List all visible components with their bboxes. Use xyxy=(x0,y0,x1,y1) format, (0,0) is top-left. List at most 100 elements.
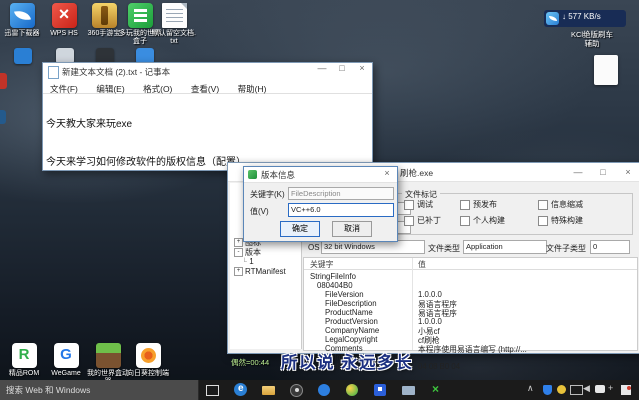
task-view-icon xyxy=(206,385,219,396)
sunflower-icon xyxy=(136,343,161,368)
checkbox-icon[interactable] xyxy=(538,200,548,210)
editor-title: 刷枪.exe xyxy=(400,167,433,179)
checkbox-label: 预发布 xyxy=(473,199,497,210)
icon-label: 迅雷下载器 xyxy=(0,30,44,38)
close-button[interactable]: × xyxy=(618,167,638,177)
close-button[interactable]: × xyxy=(352,63,372,73)
desktop-icon-txt-file[interactable]: 默认留空文档.txt xyxy=(152,3,196,46)
headphones-icon xyxy=(290,384,303,397)
globe-icon xyxy=(346,384,358,396)
table-row[interactable]: ProductVersion1.0.0.0 xyxy=(304,317,637,326)
maximize-button[interactable]: □ xyxy=(593,167,613,177)
download-speed: ↓ 577 KB/s xyxy=(562,12,601,21)
checkbox-label: 已补丁 xyxy=(417,215,441,226)
table-row[interactable]: LegalCopyrightcf刷枪 xyxy=(304,335,637,344)
dialog-title: 版本信息 xyxy=(261,169,295,181)
partial-icon-blue[interactable] xyxy=(0,110,6,124)
table-row[interactable]: 080404B0 xyxy=(304,281,637,290)
search-placeholder: 搜索 Web 和 Windows xyxy=(0,380,198,400)
notepad-icon xyxy=(48,66,59,79)
column-header-value[interactable]: 值 xyxy=(418,259,426,270)
maximize-button[interactable]: □ xyxy=(332,63,352,73)
checkbox-patched[interactable]: 已补丁 xyxy=(404,215,441,226)
checkbox-icon[interactable] xyxy=(460,200,470,210)
tray-user-icon[interactable] xyxy=(557,385,566,394)
notepad-titlebar[interactable]: 新建文本文档 (2).txt - 记事本 — □ × xyxy=(43,63,372,80)
value-field[interactable]: VC++6.0 xyxy=(288,203,394,217)
folder-icon xyxy=(262,386,275,395)
file-subtype-field[interactable]: 0 xyxy=(590,240,630,254)
edge-browser-button[interactable] xyxy=(234,383,248,397)
desktop-icon-sunflower[interactable]: 向日葵控制端 xyxy=(126,343,170,378)
checkbox-icon[interactable] xyxy=(404,200,414,210)
taskbar-search[interactable]: 搜索 Web 和 Windows xyxy=(0,380,199,400)
ie-browser-icon[interactable] xyxy=(14,48,32,64)
blue-app-button[interactable] xyxy=(374,383,388,397)
icon-label: WeGame xyxy=(44,370,88,378)
checkbox-specialbuild[interactable]: 特殊构建 xyxy=(538,215,583,226)
ok-button[interactable]: 确定 xyxy=(280,221,320,237)
notepad-window: 新建文本文档 (2).txt - 记事本 — □ × 文件(F) 编辑(E) 格… xyxy=(42,62,373,171)
table-row[interactable]: FileVersion1.0.0.0 xyxy=(304,290,637,299)
browser-globe-button[interactable] xyxy=(346,383,360,397)
desktop-icon-kcl[interactable]: KCl绝版刷车 辅助 xyxy=(546,30,638,48)
task-view-button[interactable] xyxy=(206,383,220,397)
tray-volume-icon[interactable]: ◀ xyxy=(583,383,590,394)
cancel-button[interactable]: 取消 xyxy=(332,221,372,237)
tray-notification-icon[interactable] xyxy=(621,385,631,395)
desktop-icon-thunder-downloader[interactable]: 迅雷下载器 xyxy=(0,3,44,38)
tray-display-icon[interactable] xyxy=(570,385,583,395)
value-label: 值(V) xyxy=(250,206,269,217)
network-speed-widget[interactable]: ↓ 577 KB/s xyxy=(544,10,626,27)
tray-expand-chevron-icon[interactable]: ∧ xyxy=(527,383,534,394)
tree-item-version-1[interactable]: └ 1 xyxy=(242,257,254,266)
partial-icon-red[interactable] xyxy=(0,73,7,89)
table-row[interactable]: FileDescription易语言程序 xyxy=(304,299,637,308)
checkbox-prerelease[interactable]: 预发布 xyxy=(460,199,497,210)
tree-item-rtmanifest[interactable]: +RTManifest xyxy=(234,267,286,276)
checkbox-privatebuild[interactable]: 个人构建 xyxy=(460,215,505,226)
row-key: StringFileInfo xyxy=(310,272,356,281)
file-subtype-label: 文件子类型 xyxy=(546,243,586,254)
checkbox-icon[interactable] xyxy=(460,216,470,226)
checkbox-icon[interactable] xyxy=(538,216,548,226)
minimize-button[interactable]: — xyxy=(568,167,588,177)
lyrics-text: 所以说 永远多长 xyxy=(281,349,413,373)
version-strings-table: 关键字 值 StringFileInfo 080404B0 FileVersio… xyxy=(303,257,638,351)
table-row[interactable]: CompanyName小易cf xyxy=(304,326,637,335)
dialog-titlebar[interactable]: 版本信息 × xyxy=(244,167,397,183)
tray-security-shield-icon[interactable] xyxy=(543,385,552,395)
tray-input-icon[interactable]: + xyxy=(608,383,613,393)
checkbox-label: 特殊构建 xyxy=(551,215,583,226)
row-value: 04 08 B0 04 xyxy=(418,362,460,371)
desktop-icon-rom[interactable]: 精品ROM xyxy=(2,343,46,378)
table-row[interactable]: StringFileInfo xyxy=(304,272,637,281)
checkbox-debug[interactable]: 调试 xyxy=(404,199,433,210)
folder-grey-icon xyxy=(402,386,415,395)
folder-app-button[interactable] xyxy=(402,383,416,397)
desktop-icon-wegame[interactable]: WeGame xyxy=(44,343,88,378)
file-explorer-button[interactable] xyxy=(262,383,276,397)
column-header-key[interactable]: 关键字 xyxy=(310,259,333,270)
dialog-app-icon xyxy=(248,170,257,179)
text-file-icon xyxy=(162,3,187,28)
music-app-button[interactable] xyxy=(290,383,304,397)
checkbox-infoinferred[interactable]: 信息缩减 xyxy=(538,199,583,210)
cloud-app-button[interactable] xyxy=(318,383,332,397)
notepad-text-area[interactable]: 今天教大家来玩exe 今天来学习如何修改软件的版权信息（配置） 我们需要看这个软… xyxy=(46,94,369,168)
minimize-button[interactable]: — xyxy=(312,63,332,73)
tray-message-icon[interactable] xyxy=(595,385,605,393)
cloud-icon xyxy=(318,384,330,396)
tree-toggle-icon[interactable]: + xyxy=(234,267,243,276)
icon-label: 精品ROM xyxy=(2,370,46,378)
keyword-field[interactable]: FileDescription xyxy=(288,187,394,200)
document-file-icon[interactable] xyxy=(594,55,618,85)
checkbox-icon[interactable] xyxy=(404,216,414,226)
os-field[interactable]: 32 bit Windows xyxy=(321,240,425,254)
close-icon[interactable]: × xyxy=(377,168,397,178)
icon-label: 向日葵控制端 xyxy=(126,370,170,378)
file-type-field[interactable]: Application xyxy=(463,240,547,254)
table-row[interactable]: ProductName易语言程序 xyxy=(304,308,637,317)
desktop-icon-wps-hs[interactable]: WPS HS xyxy=(42,3,86,38)
thunderx-button[interactable] xyxy=(430,383,444,397)
